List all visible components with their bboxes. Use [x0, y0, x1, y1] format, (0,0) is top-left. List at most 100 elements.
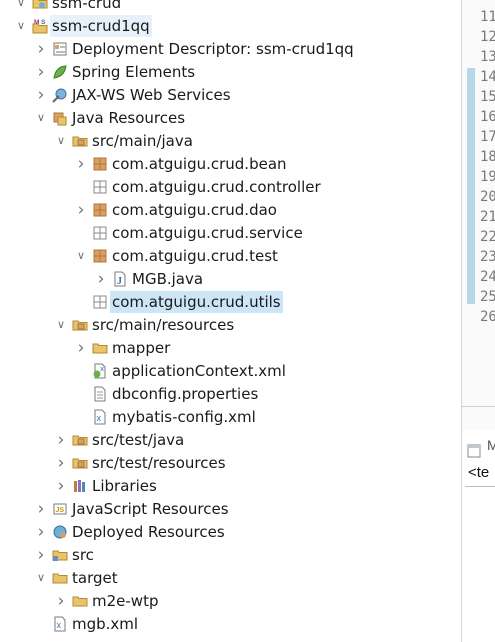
web-services-icon: [52, 87, 68, 103]
folder-icon: [72, 593, 88, 609]
line-number: 13: [480, 49, 495, 65]
tree-row[interactable]: › m2e-wtp: [0, 590, 460, 612]
package-icon: [92, 202, 108, 218]
tree-row[interactable]: › com.atguigu.crud.dao: [0, 199, 460, 221]
svg-text:x: x: [57, 620, 62, 630]
annotation-ruler: [467, 68, 475, 304]
tree-row[interactable]: ∨ Java Resources: [0, 107, 460, 129]
tree-row[interactable]: › Deployed Resources: [0, 521, 460, 543]
chevron-right-icon[interactable]: ›: [74, 337, 88, 359]
chevron-right-icon[interactable]: ›: [34, 38, 48, 60]
chevron-down-icon[interactable]: ∨: [54, 130, 68, 152]
chevron-right-icon[interactable]: ›: [54, 475, 68, 497]
empty-package-icon: [92, 294, 108, 310]
source-folder-icon: [72, 317, 88, 333]
chevron-down-icon[interactable]: ∨: [34, 107, 48, 129]
tree-row[interactable]: › JAX-WS Web Services: [0, 84, 460, 106]
chevron-down-icon[interactable]: ∨: [54, 314, 68, 336]
chevron-right-icon[interactable]: ›: [74, 199, 88, 221]
tree-row[interactable]: › src: [0, 544, 460, 566]
tree-row-label: mybatis-config.xml: [112, 408, 256, 426]
tree-row[interactable]: › Deployment Descriptor: ssm-crud1qq: [0, 38, 460, 60]
tree-row-label: com.atguigu.crud.dao: [112, 201, 277, 219]
javascript-resources-icon: JS: [52, 501, 68, 517]
tree-row[interactable]: › src/test/java: [0, 429, 460, 451]
chevron-down-icon[interactable]: ∨: [74, 245, 88, 267]
tree-row-label: src/main/resources: [92, 316, 235, 334]
editor-bottom-divider: [462, 406, 495, 407]
editor-panel: 11 12 13 14 15 16 17 18 19 20 21 22 23 24 25 26 M <te: [462, 0, 495, 642]
tree-row[interactable]: com.atguigu.crud.controller: [0, 176, 460, 198]
chevron-right-icon[interactable]: ›: [34, 84, 48, 106]
view-content-text: <te: [468, 464, 490, 481]
tree-row-label: Libraries: [92, 477, 157, 495]
tree-row-label: ssm-crud: [52, 0, 122, 12]
spring-xml-icon: x: [92, 363, 108, 379]
tree-row[interactable]: › J MGB.java: [0, 268, 460, 290]
tree-row[interactable]: › Spring Elements: [0, 61, 460, 83]
line-number: 21: [480, 209, 495, 225]
line-number: 15: [480, 89, 495, 105]
line-number: 14: [480, 69, 495, 85]
tree-row-label: src: [72, 546, 94, 564]
tree-row-label: MGB.java: [132, 270, 204, 288]
tree-row[interactable]: › src/test/resources: [0, 452, 460, 474]
tree-row[interactable]: › mapper: [0, 337, 460, 359]
chevron-right-icon[interactable]: ›: [34, 498, 48, 520]
tree-row[interactable]: x applicationContext.xml: [0, 360, 460, 382]
tree-row-label: src/main/java: [92, 132, 193, 150]
chevron-right-icon[interactable]: ›: [34, 521, 48, 543]
tree-row[interactable]: ∨ src/main/resources: [0, 314, 460, 336]
tree-row[interactable]: › JS JavaScript Resources: [0, 498, 460, 520]
tree-row[interactable]: x mgb.xml: [0, 613, 460, 635]
web-project-icon: [32, 0, 48, 11]
svg-text:x: x: [97, 413, 102, 423]
tree-row[interactable]: ∨ ssm-crud: [0, 0, 460, 14]
chevron-right-icon[interactable]: ›: [54, 429, 68, 451]
project-explorer-tree: ∨ ssm-crud ∨ M Sssm-crud1qq › Deployment Descr…: [0, 0, 460, 642]
line-number: 18: [480, 149, 495, 165]
chevron-right-icon[interactable]: ›: [74, 153, 88, 175]
chevron-right-icon[interactable]: ›: [54, 452, 68, 474]
line-number: 19: [480, 169, 495, 185]
tree-row[interactable]: com.atguigu.crud.utils: [0, 291, 460, 313]
line-number: 23: [480, 249, 495, 265]
tree-row-label: src/test/resources: [92, 454, 226, 472]
tree-row[interactable]: ∨ src/main/java: [0, 130, 460, 152]
tree-row-label: JavaScript Resources: [72, 500, 229, 518]
tree-row-label: dbconfig.properties: [112, 385, 259, 403]
chevron-down-icon[interactable]: ∨: [14, 0, 28, 14]
tree-row[interactable]: ∨ com.atguigu.crud.test: [0, 245, 460, 267]
tree-row[interactable]: com.atguigu.crud.service: [0, 222, 460, 244]
tree-row-label: com.atguigu.crud.bean: [112, 155, 287, 173]
chevron-right-icon[interactable]: ›: [94, 268, 108, 290]
src-folder-icon: [52, 547, 68, 563]
chevron-right-icon[interactable]: ›: [34, 61, 48, 83]
source-folder-icon: [72, 133, 88, 149]
tree-row[interactable]: › Libraries: [0, 475, 460, 497]
tree-row-label: src/test/java: [92, 431, 185, 449]
tree-row-label: target: [72, 569, 118, 587]
view-tab-icon: [467, 444, 481, 458]
tree-row[interactable]: dbconfig.properties: [0, 383, 460, 405]
view-tab-label[interactable]: M: [487, 437, 495, 453]
chevron-right-icon[interactable]: ›: [54, 590, 68, 612]
tree-row[interactable]: › com.atguigu.crud.bean: [0, 153, 460, 175]
tree-row[interactable]: ∨ target: [0, 567, 460, 589]
line-number: 25: [480, 289, 495, 305]
libraries-icon: [72, 478, 88, 494]
svg-text:JS: JS: [56, 507, 65, 514]
chevron-down-icon[interactable]: ∨: [14, 15, 28, 37]
line-number: 12: [480, 29, 495, 45]
tree-row[interactable]: x mybatis-config.xml: [0, 406, 460, 428]
spring-leaf-icon: [52, 64, 68, 80]
chevron-down-icon[interactable]: ∨: [34, 567, 48, 589]
lower-view-panel: [462, 430, 495, 642]
svg-text:x: x: [100, 365, 104, 373]
properties-file-icon: [92, 386, 108, 402]
tree-row-label: ssm-crud1qq: [50, 15, 152, 37]
tree-row[interactable]: ∨ M Sssm-crud1qq: [0, 15, 460, 37]
chevron-right-icon[interactable]: ›: [34, 544, 48, 566]
empty-package-icon: [92, 179, 108, 195]
xml-file-icon: x: [52, 616, 68, 632]
